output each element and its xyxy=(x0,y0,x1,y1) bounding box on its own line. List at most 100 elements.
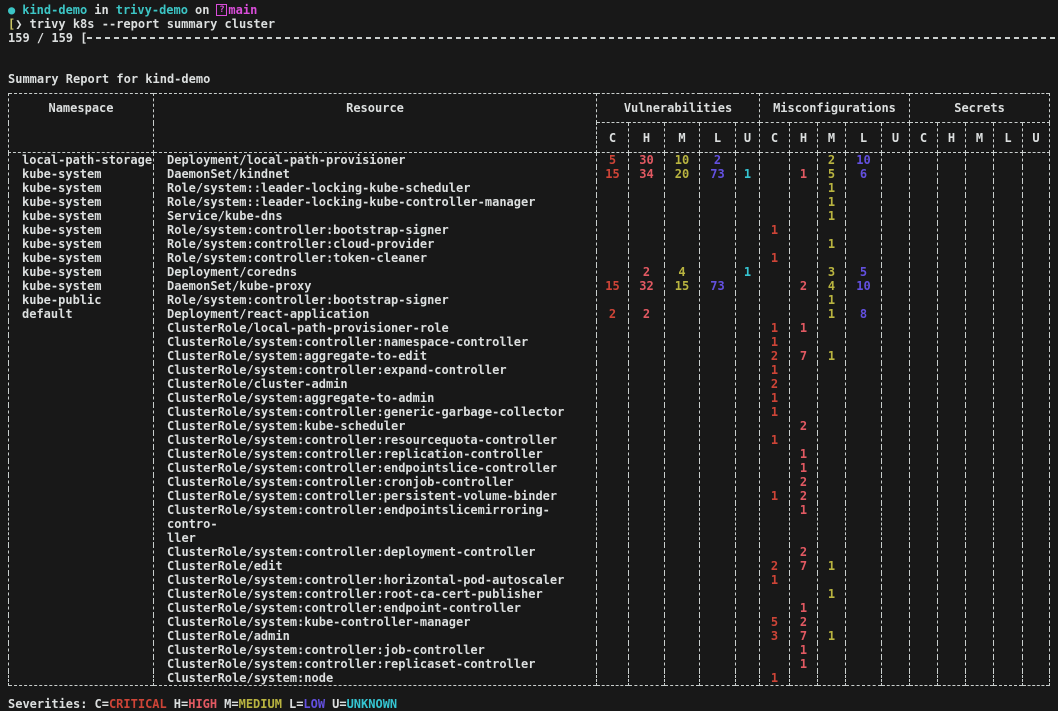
table-row: kube-systemDeployment/coredns24135 xyxy=(9,265,1050,279)
secrets-unknown-cell xyxy=(1023,447,1050,461)
secrets-low-cell xyxy=(994,615,1023,629)
vulnerabilities-critical-cell xyxy=(597,363,629,377)
report-title: Summary Report for kind-demo xyxy=(8,72,1058,86)
misconfigurations-critical-cell: 3 xyxy=(760,629,790,643)
misconfigurations-unknown-cell xyxy=(882,419,910,433)
namespace-cell: kube-system xyxy=(9,195,154,209)
misconfigurations-medium-cell xyxy=(818,573,846,587)
vulnerabilities-critical-cell xyxy=(597,461,629,475)
vulnerabilities-medium-cell xyxy=(665,615,700,629)
header-sev-h: H xyxy=(790,123,818,153)
vulnerabilities-low-cell xyxy=(700,265,736,279)
misconfigurations-high-cell xyxy=(790,195,818,209)
table-row: ClusterRole/edit271 xyxy=(9,559,1050,573)
misconfigurations-medium-cell xyxy=(818,461,846,475)
header-sev-l: L xyxy=(700,123,736,153)
vulnerabilities-medium-cell xyxy=(665,293,700,307)
vulnerabilities-high-cell xyxy=(629,615,665,629)
vulnerabilities-low-cell xyxy=(700,587,736,601)
vulnerabilities-unknown-cell xyxy=(736,559,760,573)
secrets-high-cell xyxy=(938,615,966,629)
on-word: on xyxy=(195,3,209,17)
misconfigurations-high-cell: 2 xyxy=(790,419,818,433)
misconfigurations-medium-cell: 2 xyxy=(818,153,846,168)
vulnerabilities-critical-cell xyxy=(597,237,629,251)
table-row: ClusterRole/system:controller:replicaset… xyxy=(9,657,1050,671)
secrets-unknown-cell xyxy=(1023,475,1050,489)
secrets-medium-cell xyxy=(966,167,994,181)
secrets-medium-cell xyxy=(966,489,994,503)
secrets-high-cell xyxy=(938,181,966,195)
secrets-low-cell xyxy=(994,671,1023,686)
misconfigurations-critical-cell xyxy=(760,545,790,559)
table-row: kube-systemDaemonSet/kube-proxy153215732… xyxy=(9,279,1050,293)
vulnerabilities-high-cell xyxy=(629,489,665,503)
misconfigurations-low-cell: 5 xyxy=(846,265,882,279)
misconfigurations-unknown-cell xyxy=(882,237,910,251)
table-row: ClusterRole/system:controller:job-contro… xyxy=(9,643,1050,657)
secrets-medium-cell xyxy=(966,447,994,461)
table-row: ClusterRole/system:controller:persistent… xyxy=(9,489,1050,503)
table-row: kube-systemRole/system::leader-locking-k… xyxy=(9,195,1050,209)
table-row: kube-systemDaemonSet/kindnet153420731156 xyxy=(9,167,1050,181)
misconfigurations-medium-cell xyxy=(818,391,846,405)
misconfigurations-unknown-cell xyxy=(882,545,910,559)
vulnerabilities-unknown-cell xyxy=(736,489,760,503)
vulnerabilities-high-cell xyxy=(629,293,665,307)
vulnerabilities-low-cell xyxy=(700,601,736,615)
secrets-critical-cell xyxy=(910,181,938,195)
secrets-high-cell xyxy=(938,223,966,237)
misconfigurations-unknown-cell xyxy=(882,559,910,573)
vulnerabilities-unknown-cell xyxy=(736,419,760,433)
legend-item-low: L=LOW xyxy=(289,697,325,711)
secrets-critical-cell xyxy=(910,671,938,686)
namespace-cell xyxy=(9,671,154,686)
misconfigurations-low-cell xyxy=(846,181,882,195)
secrets-low-cell xyxy=(994,209,1023,223)
misconfigurations-medium-cell xyxy=(818,363,846,377)
vulnerabilities-low-cell xyxy=(700,237,736,251)
vulnerabilities-low-cell xyxy=(700,321,736,335)
misconfigurations-medium-cell xyxy=(818,643,846,657)
secrets-critical-cell xyxy=(910,559,938,573)
vulnerabilities-unknown-cell: 1 xyxy=(736,265,760,279)
vulnerabilities-low-cell xyxy=(700,223,736,237)
resource-cell: ClusterRole/system:controller:persistent… xyxy=(154,489,597,503)
resource-cell: ClusterRole/system:node xyxy=(154,671,597,686)
vulnerabilities-critical-cell: 5 xyxy=(597,153,629,168)
secrets-medium-cell xyxy=(966,307,994,321)
secrets-unknown-cell xyxy=(1023,321,1050,335)
secrets-high-cell xyxy=(938,251,966,265)
header-group-misconfigurations: Misconfigurations xyxy=(760,94,910,123)
vulnerabilities-low-cell: 2 xyxy=(700,153,736,168)
vulnerabilities-critical-cell xyxy=(597,321,629,335)
resource-cell: ClusterRole/system:controller:endpointsl… xyxy=(154,503,597,545)
namespace-cell: kube-public xyxy=(9,293,154,307)
secrets-unknown-cell xyxy=(1023,573,1050,587)
namespace-cell: kube-system xyxy=(9,167,154,181)
misconfigurations-medium-cell xyxy=(818,671,846,686)
secrets-medium-cell xyxy=(966,195,994,209)
namespace-cell xyxy=(9,503,154,545)
vulnerabilities-unknown-cell xyxy=(736,657,760,671)
misconfigurations-unknown-cell xyxy=(882,153,910,168)
namespace-cell xyxy=(9,363,154,377)
vulnerabilities-medium-cell xyxy=(665,405,700,419)
namespace-cell xyxy=(9,657,154,671)
vulnerabilities-unknown-cell xyxy=(736,461,760,475)
misconfigurations-unknown-cell xyxy=(882,377,910,391)
namespace-cell xyxy=(9,419,154,433)
misconfigurations-critical-cell xyxy=(760,279,790,293)
secrets-critical-cell xyxy=(910,335,938,349)
vulnerabilities-high-cell xyxy=(629,475,665,489)
secrets-high-cell xyxy=(938,419,966,433)
vulnerabilities-critical-cell xyxy=(597,419,629,433)
vulnerabilities-critical-cell xyxy=(597,601,629,615)
vulnerabilities-high-cell xyxy=(629,223,665,237)
misconfigurations-high-cell: 7 xyxy=(790,559,818,573)
vulnerabilities-high-cell xyxy=(629,195,665,209)
resource-cell: Role/system::leader-locking-kube-control… xyxy=(154,195,597,209)
secrets-critical-cell xyxy=(910,573,938,587)
vulnerabilities-medium-cell xyxy=(665,559,700,573)
secrets-high-cell xyxy=(938,209,966,223)
